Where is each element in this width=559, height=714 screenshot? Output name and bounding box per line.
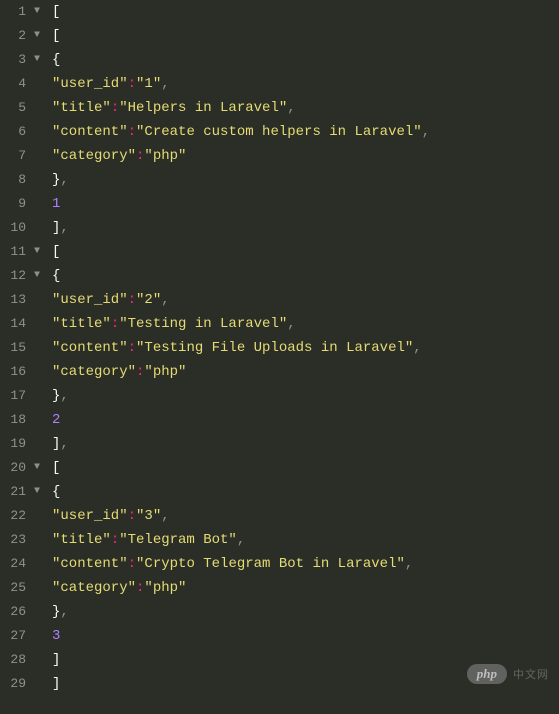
line-number: 20	[6, 456, 26, 480]
line-number: 24	[6, 552, 26, 576]
code-line: "title": "Testing in Laravel",	[52, 312, 559, 336]
code-line: [	[52, 24, 559, 48]
line-number: 10	[6, 216, 26, 240]
line-number: 27	[6, 624, 26, 648]
gutter-row: 5	[0, 96, 48, 120]
gutter-row: 15	[0, 336, 48, 360]
code-line: 1	[52, 192, 559, 216]
code-line: },	[52, 384, 559, 408]
code-line: {	[52, 480, 559, 504]
line-number: 19	[6, 432, 26, 456]
line-number: 13	[6, 288, 26, 312]
line-number: 14	[6, 312, 26, 336]
code-line: "category": "php"	[52, 144, 559, 168]
code-line: 3	[52, 624, 559, 648]
gutter-row: 3▼	[0, 48, 48, 72]
gutter-row: 26	[0, 600, 48, 624]
fold-toggle-icon[interactable]: ▼	[30, 240, 44, 264]
gutter-row: 6	[0, 120, 48, 144]
code-line: "title": "Telegram Bot",	[52, 528, 559, 552]
code-line: [	[52, 456, 559, 480]
gutter-row: 10	[0, 216, 48, 240]
code-line: {	[52, 264, 559, 288]
gutter-row: 23	[0, 528, 48, 552]
gutter-row: 9	[0, 192, 48, 216]
code-area: [ [ { "user_id": "1", "title": "Helpers …	[48, 0, 559, 714]
code-line: "user_id": "2",	[52, 288, 559, 312]
line-number: 6	[6, 120, 26, 144]
gutter-row: 11▼	[0, 240, 48, 264]
line-number: 9	[6, 192, 26, 216]
gutter-row: 19	[0, 432, 48, 456]
fold-toggle-icon[interactable]: ▼	[30, 480, 44, 504]
line-number: 21	[6, 480, 26, 504]
gutter-row: 8	[0, 168, 48, 192]
line-number: 16	[6, 360, 26, 384]
line-number: 23	[6, 528, 26, 552]
line-number: 1	[6, 0, 26, 24]
code-line: "user_id": "3",	[52, 504, 559, 528]
code-line: 2	[52, 408, 559, 432]
code-line: "title": "Helpers in Laravel",	[52, 96, 559, 120]
code-line: "content": "Testing File Uploads in Lara…	[52, 336, 559, 360]
watermark: php 中文网	[467, 664, 549, 684]
gutter-row: 17	[0, 384, 48, 408]
fold-toggle-icon[interactable]: ▼	[30, 264, 44, 288]
code-line: {	[52, 48, 559, 72]
watermark-text: 中文网	[513, 666, 549, 682]
line-number: 15	[6, 336, 26, 360]
line-number: 17	[6, 384, 26, 408]
fold-toggle-icon[interactable]: ▼	[30, 24, 44, 48]
code-line: ],	[52, 216, 559, 240]
watermark-badge: php	[467, 664, 507, 684]
code-line: [	[52, 0, 559, 24]
code-editor: 1▼2▼3▼4567891011▼12▼1314151617181920▼21▼…	[0, 0, 559, 714]
line-number: 5	[6, 96, 26, 120]
line-number: 7	[6, 144, 26, 168]
gutter-row: 25	[0, 576, 48, 600]
gutter-row: 21▼	[0, 480, 48, 504]
gutter-row: 2▼	[0, 24, 48, 48]
gutter-row: 14	[0, 312, 48, 336]
code-line: "user_id": "1",	[52, 72, 559, 96]
code-line: "content": "Crypto Telegram Bot in Larav…	[52, 552, 559, 576]
line-number: 29	[6, 672, 26, 696]
gutter-row: 20▼	[0, 456, 48, 480]
line-number: 22	[6, 504, 26, 528]
gutter-row: 24	[0, 552, 48, 576]
code-line: "content": "Create custom helpers in Lar…	[52, 120, 559, 144]
code-line: ],	[52, 432, 559, 456]
line-number: 11	[6, 240, 26, 264]
code-line: [	[52, 240, 559, 264]
gutter-row: 4	[0, 72, 48, 96]
line-number: 26	[6, 600, 26, 624]
line-number: 28	[6, 648, 26, 672]
gutter-row: 7	[0, 144, 48, 168]
gutter-row: 29	[0, 672, 48, 696]
gutter-row: 22	[0, 504, 48, 528]
line-number: 4	[6, 72, 26, 96]
gutter-row: 27	[0, 624, 48, 648]
line-number: 18	[6, 408, 26, 432]
gutter-row: 16	[0, 360, 48, 384]
fold-toggle-icon[interactable]: ▼	[30, 48, 44, 72]
code-line: },	[52, 600, 559, 624]
line-number: 25	[6, 576, 26, 600]
code-line: "category": "php"	[52, 576, 559, 600]
fold-toggle-icon[interactable]: ▼	[30, 456, 44, 480]
line-number: 12	[6, 264, 26, 288]
gutter-row: 18	[0, 408, 48, 432]
line-number-gutter: 1▼2▼3▼4567891011▼12▼1314151617181920▼21▼…	[0, 0, 48, 714]
gutter-row: 1▼	[0, 0, 48, 24]
line-number: 2	[6, 24, 26, 48]
code-line: },	[52, 168, 559, 192]
line-number: 8	[6, 168, 26, 192]
gutter-row: 13	[0, 288, 48, 312]
code-line: "category": "php"	[52, 360, 559, 384]
gutter-row: 28	[0, 648, 48, 672]
fold-toggle-icon[interactable]: ▼	[30, 0, 44, 24]
line-number: 3	[6, 48, 26, 72]
gutter-row: 12▼	[0, 264, 48, 288]
